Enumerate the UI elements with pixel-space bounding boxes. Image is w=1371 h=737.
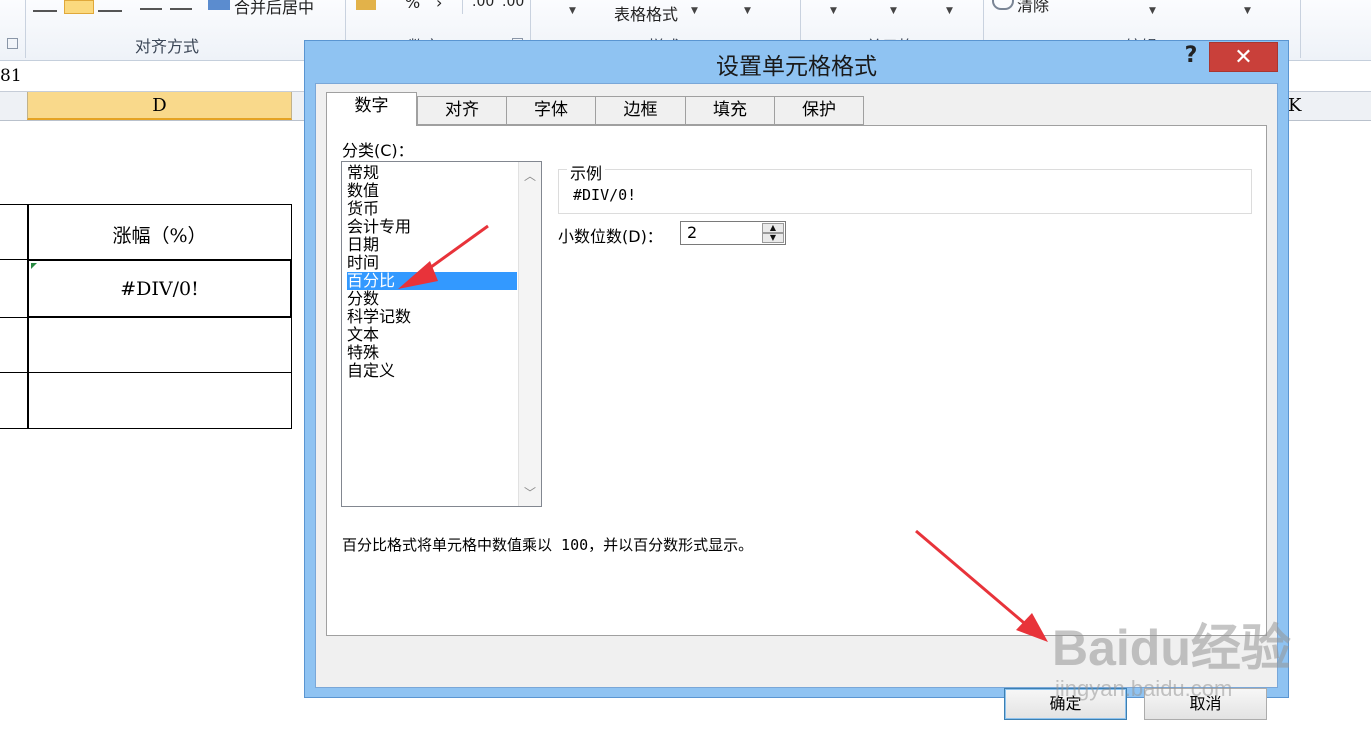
- arrow-to-percentage-icon: [398, 224, 489, 289]
- arrow-to-ok-icon: [915, 529, 1048, 642]
- watermark-logo: Baidu经验: [1052, 620, 1291, 676]
- tab-number[interactable]: 数字: [326, 92, 417, 126]
- watermark-url: jingyan.baidu.com: [1055, 676, 1233, 701]
